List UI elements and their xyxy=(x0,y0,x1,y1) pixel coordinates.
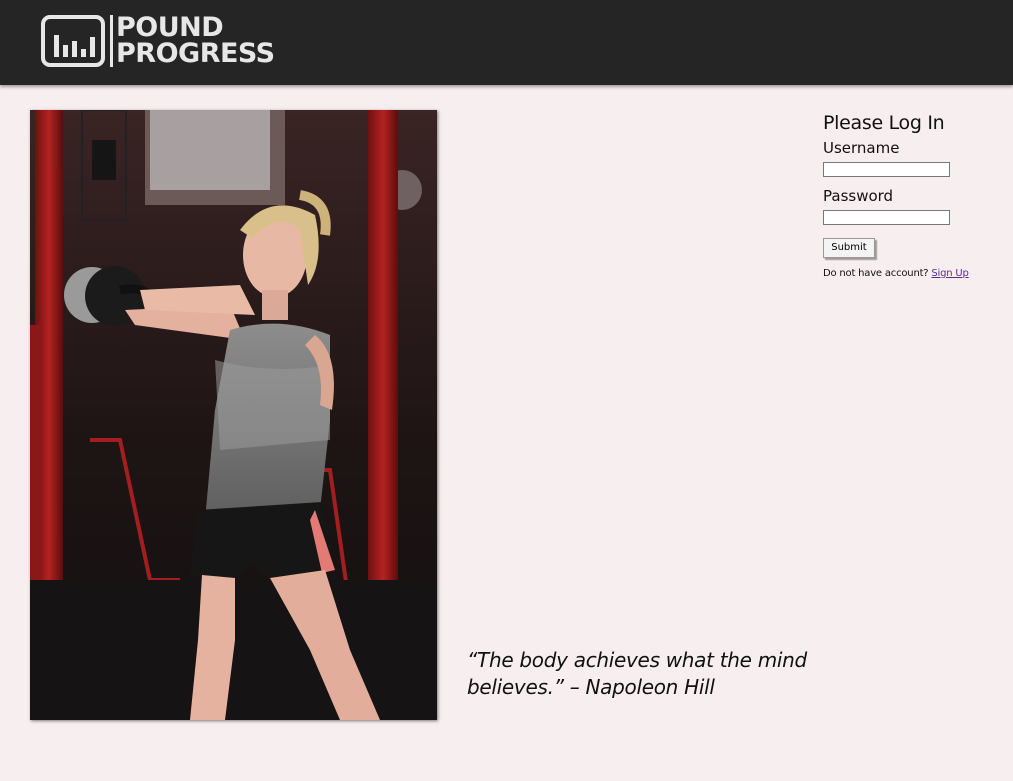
motivational-quote: “The body achieves what the mind believe… xyxy=(467,648,807,699)
login-form: Please Log In Username Password Submit D… xyxy=(823,111,1003,280)
site-header: POUND PROGRESS xyxy=(0,0,1013,85)
username-label: Username xyxy=(823,139,900,157)
bar-chart-icon xyxy=(41,15,105,67)
logo-line-2: PROGRESS xyxy=(116,38,275,69)
password-label: Password xyxy=(823,187,894,205)
logo-wordmark: POUND PROGRESS xyxy=(116,14,275,69)
login-title: Please Log In xyxy=(823,112,945,134)
logo-divider xyxy=(110,15,113,67)
username-input[interactable] xyxy=(823,162,950,177)
signup-link[interactable]: Sign Up xyxy=(931,268,968,279)
signup-prompt-line: Do not have account? Sign Up xyxy=(823,267,1003,280)
password-input[interactable] xyxy=(823,210,950,225)
hero-photo-illustration xyxy=(30,110,437,720)
site-logo[interactable]: POUND PROGRESS xyxy=(41,13,275,69)
submit-button[interactable]: Submit xyxy=(823,237,875,258)
hero-photo xyxy=(30,110,437,720)
signup-prompt: Do not have account? xyxy=(823,267,929,279)
